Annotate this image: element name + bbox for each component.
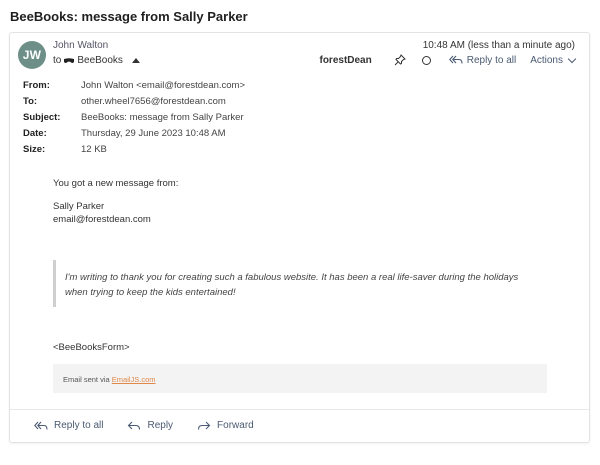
body-from-name: Sally Parker — [53, 201, 105, 212]
bottom-actions: Reply to all Reply Forward — [34, 420, 254, 431]
header-label: Date: — [23, 127, 47, 139]
header-label: From: — [23, 79, 50, 91]
message-headers: From: John Walton <email@forestdean.com>… — [23, 77, 245, 157]
header-row-size: Size: 12 KB — [23, 141, 245, 157]
header-row-from: From: John Walton <email@forestdean.com> — [23, 77, 245, 93]
header-value: other.wheel7656@forestdean.com — [81, 95, 226, 107]
reply-all-bottom-label: Reply to all — [54, 420, 104, 431]
email-footer: Email sent via EmailJS.com — [53, 364, 547, 393]
forward-label: Forward — [217, 420, 254, 431]
emailjs-link[interactable]: EmailJS.com — [112, 375, 156, 384]
avatar: JW — [18, 41, 46, 69]
reply-icon — [128, 421, 141, 430]
header-value: BeeBooks: message from Sally Parker — [81, 111, 244, 123]
recipient-name[interactable]: BeeBooks — [77, 55, 123, 66]
header-value: 12 KB — [81, 143, 107, 155]
footer-prefix: Email sent via — [63, 375, 112, 384]
message-toolbar: forestDean Reply to all Actions — [319, 54, 577, 66]
forward-icon — [197, 421, 211, 430]
reply-all-button[interactable]: Reply to all — [448, 54, 517, 66]
unread-toggle-icon[interactable] — [421, 55, 431, 65]
actions-label: Actions — [530, 54, 563, 66]
pin-icon[interactable] — [394, 54, 406, 66]
reply-all-icon — [448, 55, 463, 64]
header-label: Subject: — [23, 111, 61, 123]
sender-name[interactable]: John Walton — [53, 40, 108, 51]
reply-label: Reply — [147, 420, 174, 431]
reply-button[interactable]: Reply — [127, 420, 173, 431]
header-label: To: — [23, 95, 38, 107]
header-label: Size: — [23, 143, 46, 155]
actions-menu[interactable]: Actions — [530, 54, 577, 66]
incognito-mask-icon — [64, 57, 75, 63]
forward-button[interactable]: Forward — [197, 420, 254, 431]
body-from-email: email@forestdean.com — [53, 214, 151, 225]
caret-up-icon[interactable] — [131, 58, 140, 63]
form-tag: <BeeBooksForm> — [53, 342, 130, 353]
timestamp: 10:48 AM (less than a minute ago) — [422, 40, 575, 51]
header-value: John Walton <email@forestdean.com> — [81, 79, 246, 91]
recipient-line: to BeeBooks — [53, 55, 140, 66]
account-name: forestDean — [319, 54, 372, 66]
message-card: JW John Walton to BeeBooks 10:48 AM (les… — [9, 32, 590, 443]
body-intro: You got a new message from: — [53, 178, 179, 189]
chevron-down-icon — [567, 54, 577, 63]
message-quote: I'm writing to thank you for creating su… — [53, 260, 543, 307]
reply-all-bottom-button[interactable]: Reply to all — [34, 420, 103, 431]
reply-all-label: Reply to all — [466, 54, 517, 66]
header-row-to: To: other.wheel7656@forestdean.com — [23, 93, 245, 109]
header-row-date: Date: Thursday, 29 June 2023 10:48 AM — [23, 125, 245, 141]
header-row-subject: Subject: BeeBooks: message from Sally Pa… — [23, 109, 245, 125]
header-value: Thursday, 29 June 2023 10:48 AM — [81, 127, 226, 139]
to-prefix: to — [53, 55, 62, 66]
divider — [10, 409, 589, 410]
reply-all-icon — [34, 421, 48, 430]
page-title: BeeBooks: message from Sally Parker — [10, 9, 248, 24]
